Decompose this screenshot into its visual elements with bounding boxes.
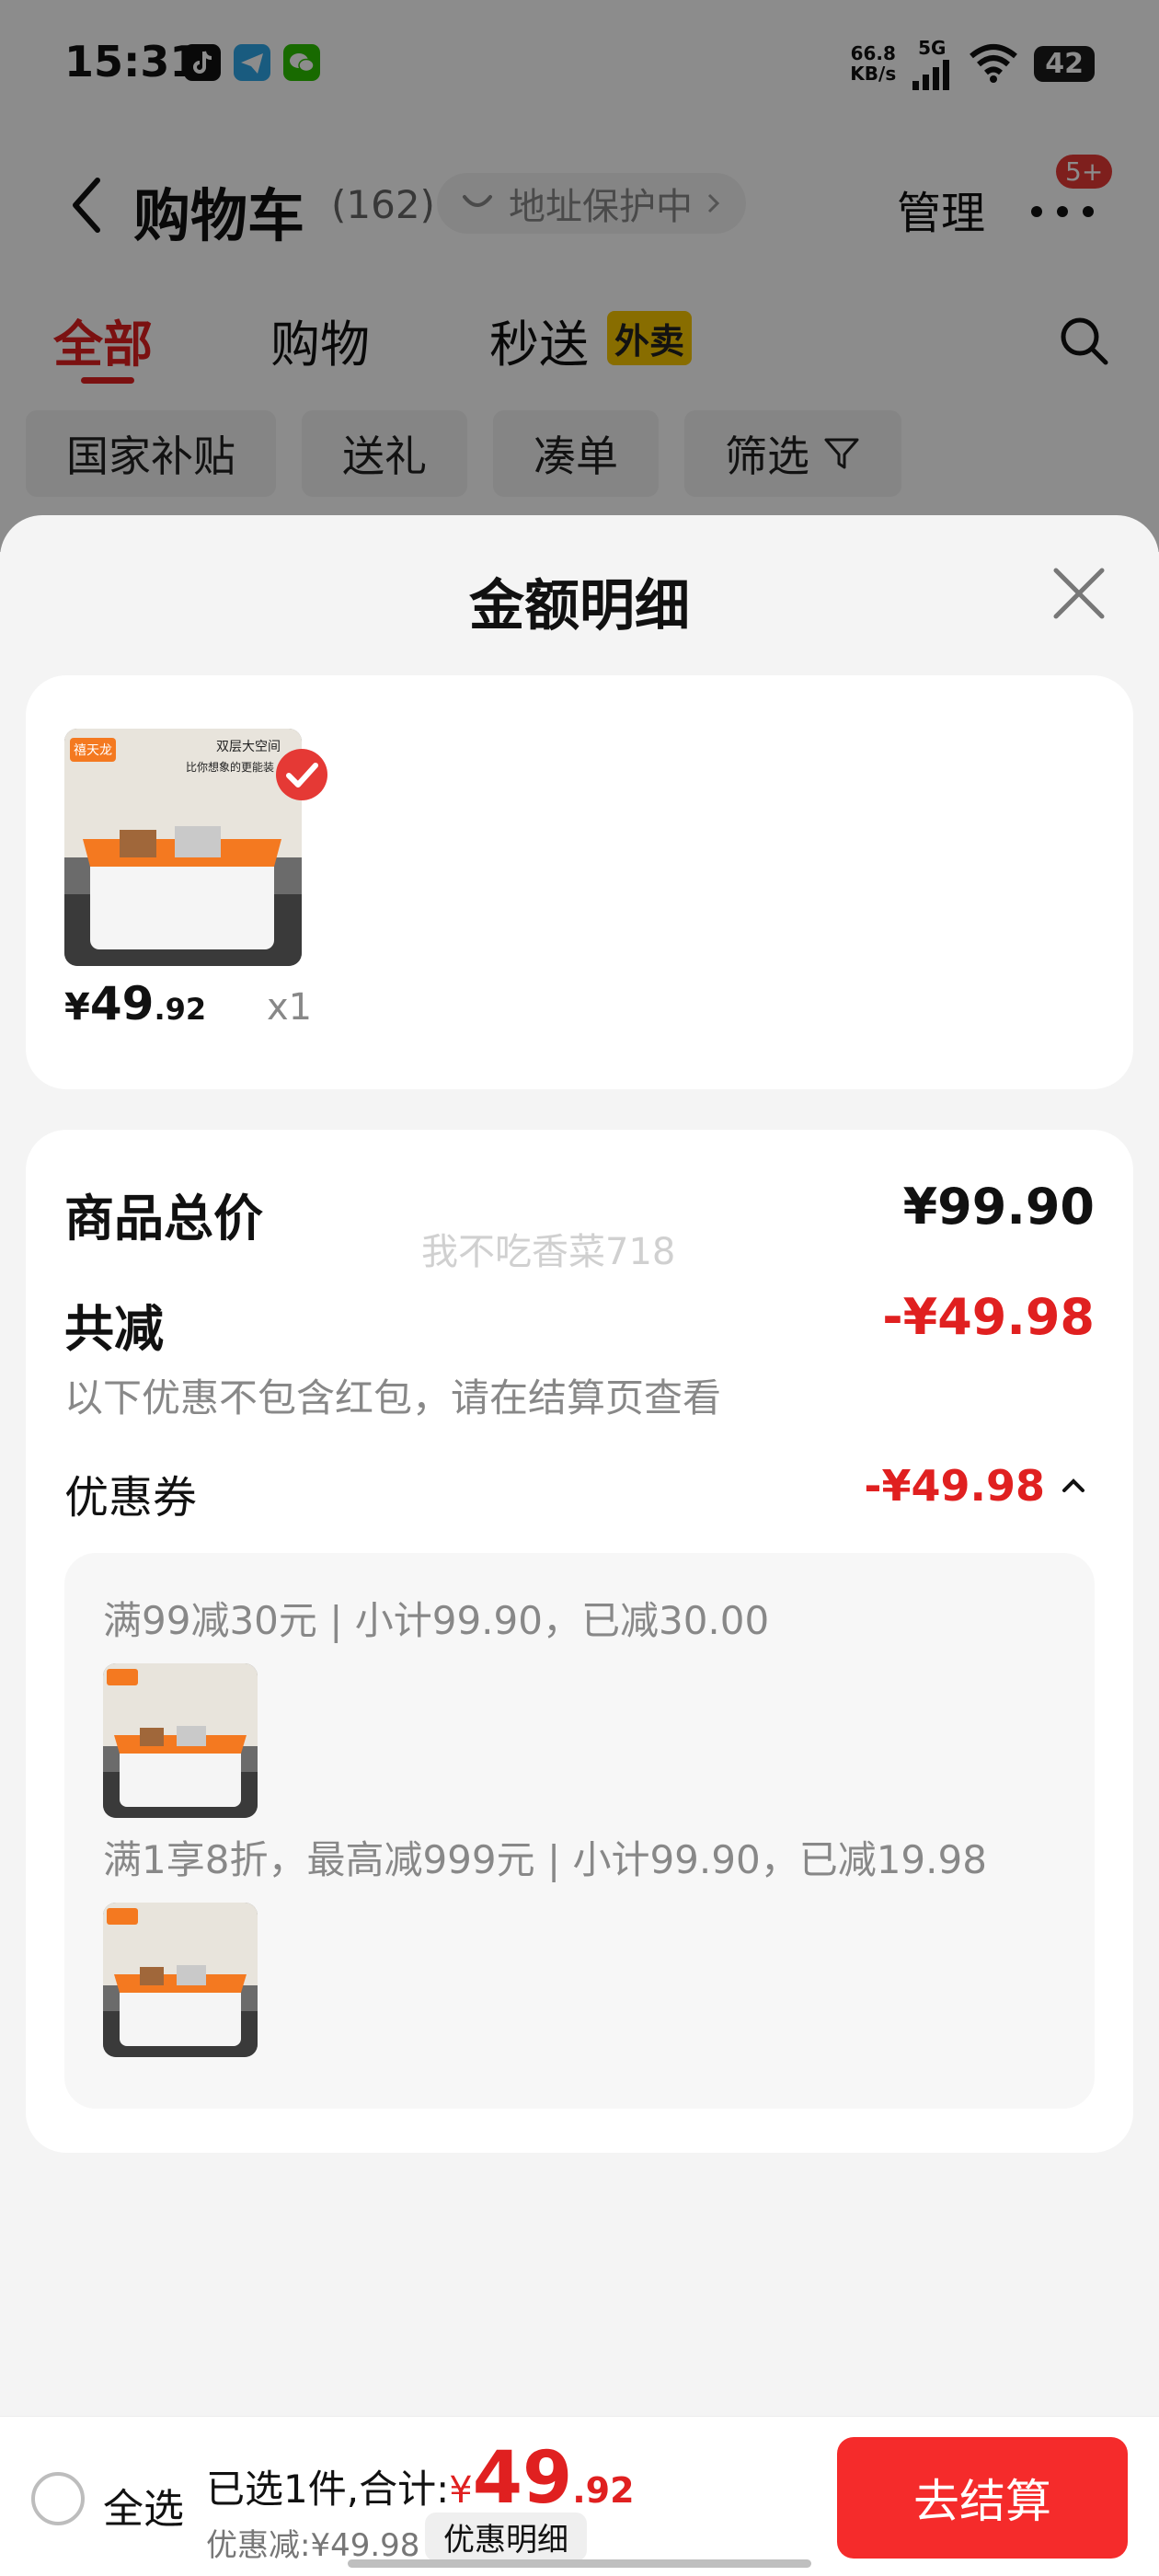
coupon-value: -¥49.98 [864, 1461, 1045, 1511]
storage-box-thumbnail [103, 1663, 258, 1818]
modal-overlay[interactable] [0, 0, 1159, 552]
amount-detail-sheet: 金额明细 禧天龙 双层大空间 比你想象的更能装 ¥49.92 x1 商品总价 ¥… [0, 515, 1159, 2420]
selected-summary-text: 已选1件,合计: [206, 2467, 450, 2512]
total-price-label: 商品总价 [64, 1190, 263, 1248]
total-discount-label: 共减 [64, 1300, 164, 1358]
total-discount-value: -¥49.98 [882, 1288, 1095, 1346]
price-decimal: .92 [154, 992, 207, 1027]
checkout-button[interactable]: 去结算 [837, 2437, 1128, 2559]
discount-detail-button[interactable]: 优惠明细 [425, 2513, 587, 2561]
coupon-product-image-1 [103, 1663, 258, 1818]
coupon-toggle[interactable]: -¥49.98 [864, 1461, 1087, 1511]
coupon-detail-list: 满99减30元 | 小计99.90，已减30.00 满1享8折，最高减999元 … [64, 1553, 1095, 2109]
product-quantity: x1 [267, 986, 313, 1029]
total-currency: ¥ [449, 2469, 473, 2512]
price-summary-card: 商品总价 ¥99.90 我不吃香菜718 共减 -¥49.98 以下优惠不包含红… [26, 1130, 1133, 2153]
image-caption-2: 比你想象的更能装 [186, 760, 274, 774]
select-all-radio[interactable] [31, 2472, 85, 2525]
selected-total: 已选1件,合计: ¥ 49 .92 [206, 2437, 635, 2520]
coupon-label: 优惠券 [64, 1472, 198, 1524]
coupon-rule-1: 满99减30元 | 小计99.90，已减30.00 [103, 1598, 770, 1643]
home-indicator[interactable] [348, 2559, 811, 2568]
checkout-bar: 全选 已选1件,合计: ¥ 49 .92 优惠减:¥49.98 优惠明细 去结算 [0, 2416, 1159, 2576]
user-watermark: 我不吃香菜718 [421, 1231, 676, 1273]
close-icon[interactable] [1049, 563, 1109, 624]
coupon-rule-2: 满1享8折，最高减999元 | 小计99.90，已减19.98 [103, 1837, 987, 1882]
sheet-title: 金额明细 [469, 574, 690, 638]
product-brand-logo: 禧天龙 [74, 743, 112, 758]
discount-note: 以下优惠不包含红包，请在结算页查看 [64, 1375, 722, 1420]
storage-box-image: 禧天龙 双层大空间 比你想象的更能装 [64, 729, 302, 966]
select-all-label[interactable]: 全选 [103, 2476, 184, 2535]
product-image[interactable]: 禧天龙 双层大空间 比你想象的更能装 [64, 729, 302, 966]
checkout-label: 去结算 [913, 2475, 1051, 2528]
selected-check-icon [276, 749, 327, 800]
total-price-value: ¥99.90 [902, 1178, 1095, 1236]
coupon-product-image-2 [103, 1903, 258, 2057]
total-integer: 49 [472, 2437, 573, 2520]
product-price: ¥49.92 [64, 977, 206, 1030]
price-integer: 49 [89, 977, 155, 1030]
total-decimal: .92 [572, 2470, 635, 2511]
image-caption-1: 双层大空间 [216, 740, 281, 754]
discount-amount: 优惠减:¥49.98 [206, 2527, 420, 2564]
price-currency: ¥ [64, 986, 90, 1029]
chevron-up-icon [1062, 1478, 1084, 1492]
product-card: 禧天龙 双层大空间 比你想象的更能装 ¥49.92 x1 [26, 675, 1133, 1089]
storage-box-thumbnail [103, 1903, 258, 2057]
